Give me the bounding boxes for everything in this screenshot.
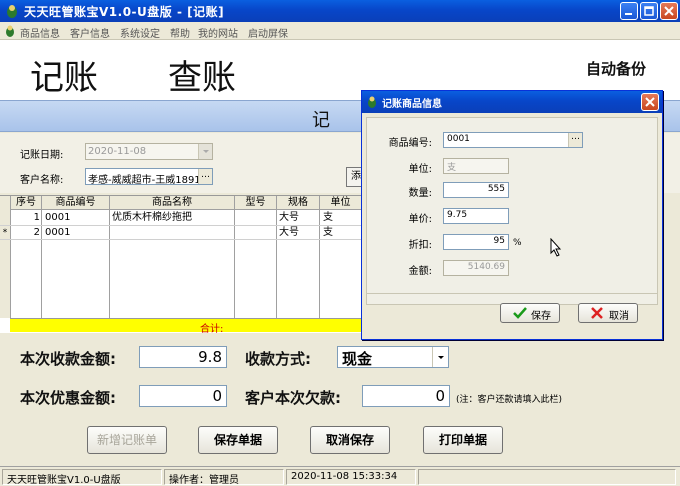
date-value: 2020-11-08 (88, 146, 147, 157)
customer-value: 孝感-威威超市-王威18912 (88, 175, 208, 185)
payment-method-select[interactable]: 现金 (337, 346, 449, 368)
dialog-cancel-label: 取消 (609, 311, 629, 322)
dialog-unit-label: 单位: (408, 164, 432, 175)
cell-code[interactable]: 0001 (45, 226, 109, 240)
close-icon (664, 6, 674, 16)
chevron-down-icon (438, 356, 444, 359)
dialog-discount-input[interactable]: 95 (443, 234, 509, 250)
date-picker[interactable]: 2020-11-08 (85, 143, 213, 160)
received-label: 本次收款金额: (20, 350, 116, 368)
dialog-code-value: 0001 (447, 134, 470, 144)
percent-sign: % (513, 238, 522, 248)
dialog-price-label: 单价: (408, 214, 432, 225)
cancel-save-button[interactable]: 取消保存 (310, 426, 390, 454)
new-record-button[interactable]: 新增记账单 (87, 426, 167, 454)
discount-amount-input[interactable]: 0 (139, 385, 227, 407)
dialog-app-icon (368, 96, 376, 108)
cell-spec[interactable]: 大号 (279, 226, 319, 240)
cancel-x-icon (591, 307, 603, 319)
customer-lookup-button[interactable]: … (198, 169, 212, 184)
window-title: 天天旺管账宝V1.0-U盘版 - [记账] (24, 5, 225, 19)
row-indicator (0, 211, 10, 225)
status-app: 天天旺管账宝V1.0-U盘版 (2, 469, 162, 486)
menu-item-website[interactable]: 我的网站 (198, 25, 238, 40)
dialog-save-button[interactable]: 保存 (500, 303, 560, 323)
cell-code[interactable]: 0001 (45, 211, 109, 225)
dialog-code-label: 商品编号: (388, 138, 432, 149)
total-row: 合计: (10, 318, 362, 335)
dialog-body: 商品编号: 0001 … 单位: 支 数量: 555 单价: 9.75 折扣: … (366, 117, 658, 305)
customer-field[interactable]: 孝感-威威超市-王威18912 … (85, 168, 213, 185)
cell-unit[interactable]: 支 (323, 226, 361, 240)
dialog-code-field[interactable]: 0001 … (443, 132, 583, 148)
status-empty (418, 469, 676, 485)
auto-backup-button[interactable]: 自动备份 (586, 58, 646, 79)
menu-item-products[interactable]: 商品信息 (20, 25, 60, 40)
cell-name[interactable] (112, 226, 234, 240)
payment-method-dropdown-button[interactable] (432, 347, 448, 367)
dialog-title: 记账商品信息 (382, 99, 442, 110)
checkmark-icon (513, 307, 527, 319)
chevron-down-icon (203, 150, 209, 153)
mouse-cursor-icon (550, 238, 562, 257)
menu-item-screensaver[interactable]: 启动屏保 (248, 25, 288, 40)
received-amount-input[interactable]: 9.8 (139, 346, 227, 368)
item-info-dialog: 记账商品信息 商品编号: 0001 … 单位: 支 数量: 555 单价: 9.… (361, 90, 663, 340)
date-dropdown-button[interactable] (198, 144, 212, 159)
cell-spec[interactable]: 大号 (279, 211, 319, 225)
cell-model[interactable] (237, 211, 277, 225)
close-button[interactable] (660, 2, 678, 20)
minimize-icon (625, 13, 632, 15)
record-button[interactable]: 记账 (30, 50, 98, 99)
dialog-price-input[interactable]: 9.75 (443, 208, 509, 224)
dialog-separator (366, 293, 658, 294)
query-button[interactable]: 查账 (168, 50, 236, 99)
date-label: 记账日期: (20, 150, 64, 161)
repayment-note: (注：客户还款请填入此栏) (456, 395, 563, 405)
dialog-unit-field: 支 (443, 158, 509, 174)
app-menu-icon[interactable] (4, 24, 16, 38)
status-datetime: 2020-11-08 15:33:34 (286, 469, 416, 485)
dialog-cancel-button[interactable]: 取消 (578, 303, 638, 323)
dialog-close-button[interactable] (641, 93, 659, 111)
title-bar[interactable]: 天天旺管账宝V1.0-U盘版 - [记账] (0, 0, 680, 22)
method-label: 收款方式: (245, 350, 311, 368)
dialog-save-label: 保存 (531, 311, 551, 322)
dialog-qty-label: 数量: (408, 188, 432, 199)
status-bar: 天天旺管账宝V1.0-U盘版 操作者：管理员 2020-11-08 15:33:… (0, 466, 680, 486)
cell-name[interactable]: 优质木杆棉纱拖把 (112, 211, 234, 225)
discount-label: 本次优惠金额: (20, 389, 116, 407)
status-operator: 操作者：管理员 (164, 469, 284, 486)
dialog-discount-label: 折扣: (408, 240, 432, 251)
print-record-button[interactable]: 打印单据 (423, 426, 503, 454)
items-table: 序号 商品编号 商品名称 型号 规格 单位 1 0001 优质木杆棉纱拖把 大号… (0, 195, 362, 335)
dialog-code-lookup-button[interactable]: … (568, 133, 582, 147)
cell-no[interactable]: 1 (11, 211, 40, 225)
dialog-qty-input[interactable]: 555 (443, 182, 509, 198)
cell-unit[interactable]: 支 (323, 211, 361, 225)
save-record-button[interactable]: 保存单据 (198, 426, 278, 454)
maximize-icon (644, 6, 654, 16)
row-indicator: * (2, 228, 8, 238)
minimize-button[interactable] (620, 2, 638, 20)
dialog-title-bar[interactable]: 记账商品信息 (362, 91, 662, 113)
menu-item-help[interactable]: 帮助 (170, 25, 190, 40)
cell-no[interactable]: 2 (11, 226, 40, 240)
maximize-button[interactable] (640, 2, 658, 20)
customer-label: 客户名称: (20, 175, 64, 186)
payment-method-value: 现金 (342, 350, 373, 368)
debt-amount-input[interactable]: 0 (362, 385, 450, 407)
menu-bar: 商品信息 客户信息 系统设定 帮助 我的网站 启动屏保 (0, 22, 680, 40)
close-icon (645, 97, 655, 107)
debt-label: 客户本次欠款: (245, 389, 341, 407)
app-icon (7, 5, 17, 18)
dialog-amount-field: 5140.69 (443, 260, 509, 276)
payment-panel: 本次收款金额: 9.8 收款方式: 现金 本次优惠金额: 0 客户本次欠款: 0… (0, 333, 680, 466)
dialog-amount-label: 金额: (408, 266, 432, 277)
menu-item-customers[interactable]: 客户信息 (70, 25, 110, 40)
cell-model[interactable] (237, 226, 277, 240)
menu-item-settings[interactable]: 系统设定 (120, 25, 160, 40)
